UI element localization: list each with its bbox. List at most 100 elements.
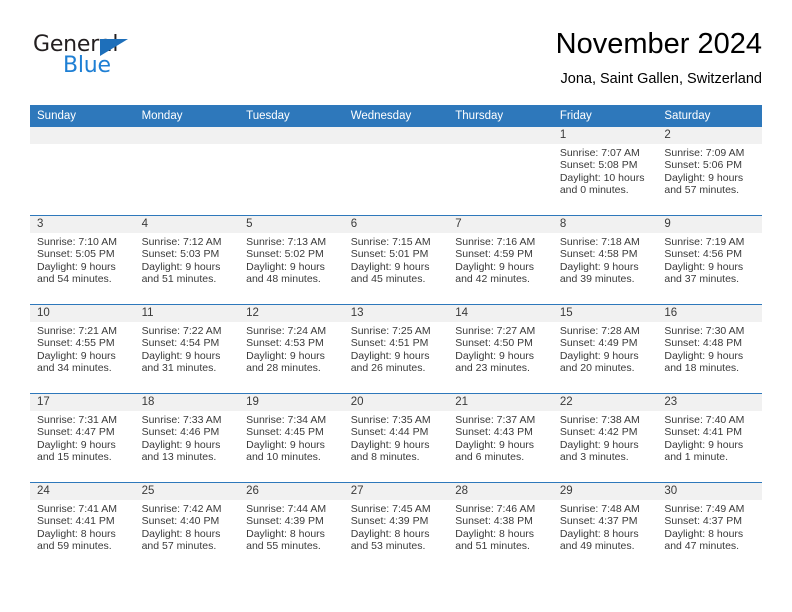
calendar-day-cell[interactable]: 9 Sunrise: 7:19 AM Sunset: 4:56 PM Daylight… [657,215,762,305]
calendar-day-cell[interactable]: 22 Sunrise: 7:38 AM Sunset: 4:42 PM Dayligh… [552,393,658,483]
calendar-day-cell[interactable]: 18 Sunrise: 7:33 AM Sunset: 4:46 PM Dayligh… [134,393,240,483]
day-details: Sunrise: 7:09 AM Sunset: 5:06 PM Daylight:… [657,144,762,197]
calendar-day-cell[interactable]: 29 Sunrise: 7:48 AM Sunset: 4:37 PM Dayligh… [552,482,658,571]
weekday-label: Sunday [37,110,77,122]
day-details [239,144,344,147]
day-number: 13 [343,305,449,322]
day-details: Sunrise: 7:35 AM Sunset: 4:44 PM Daylight:… [344,411,449,464]
day-detail-line: and 31 minutes. [141,362,217,375]
day-detail-line: Sunrise: 7:15 AM [350,236,431,248]
weekday-label: Tuesday [246,110,290,122]
day-details: Sunrise: 7:21 AM Sunset: 4:55 PM Daylight:… [30,322,135,375]
day-detail-line: and 13 minutes. [141,451,217,464]
day-detail-line: Sunrise: 7:09 AM [664,147,745,159]
calendar-day-cell[interactable]: 3 Sunrise: 7:10 AM Sunset: 5:05 PM Daylight… [30,215,135,305]
day-detail-line: Sunrise: 7:16 AM [455,236,536,248]
day-detail-line: Sunrise: 7:19 AM [664,236,745,248]
calendar-body: 1 Sunrise: 7:07 AM Sunset: 5:08 PM Daylight… [30,127,762,571]
day-number: 7 [448,216,553,233]
day-detail-line: Daylight: 9 hours [559,349,639,362]
day-details: Sunrise: 7:22 AM Sunset: 4:54 PM Daylight:… [135,322,240,375]
day-details: Sunrise: 7:13 AM Sunset: 5:02 PM Daylight:… [239,233,344,286]
weekday-header-thursday: Thursday [448,105,553,127]
calendar-day-cell[interactable]: 10 Sunrise: 7:21 AM Sunset: 4:55 PM Dayligh… [30,304,135,394]
calendar-day-cell[interactable]: 1 Sunrise: 7:07 AM Sunset: 5:08 PM Daylight… [552,127,658,216]
day-detail-line: Daylight: 10 hours [559,171,645,184]
calendar-day-cell[interactable]: 13 Sunrise: 7:25 AM Sunset: 4:51 PM Dayligh… [343,304,449,394]
day-number: 3 [30,216,135,233]
day-details: Sunrise: 7:27 AM Sunset: 4:50 PM Daylight:… [448,322,553,375]
day-number: 20 [343,394,449,411]
calendar-day-cell[interactable]: 21 Sunrise: 7:37 AM Sunset: 4:43 PM Dayligh… [448,393,553,483]
calendar-day-cell[interactable]: 14 Sunrise: 7:27 AM Sunset: 4:50 PM Dayligh… [448,304,553,394]
day-details: Sunrise: 7:34 AM Sunset: 4:45 PM Daylight:… [239,411,344,464]
calendar-day-cell-empty [239,127,344,216]
brand-logo[interactable]: General Blue [33,34,183,86]
day-number: 11 [134,305,240,322]
day-detail-line: and 18 minutes. [664,362,740,375]
day-detail-line: and 39 minutes. [559,273,635,286]
day-detail-line: Sunset: 4:53 PM [246,337,324,350]
day-detail-line: Sunset: 5:08 PM [559,159,638,172]
day-detail-line: Daylight: 9 hours [664,438,744,451]
calendar-day-cell[interactable]: 17 Sunrise: 7:31 AM Sunset: 4:47 PM Dayligh… [30,393,135,483]
day-details: Sunrise: 7:30 AM Sunset: 4:48 PM Daylight:… [657,322,762,375]
calendar-day-cell[interactable]: 28 Sunrise: 7:46 AM Sunset: 4:38 PM Dayligh… [448,482,553,571]
calendar-day-cell[interactable]: 12 Sunrise: 7:24 AM Sunset: 4:53 PM Dayligh… [239,304,344,394]
day-number: 6 [343,216,449,233]
day-detail-line: and 0 minutes. [559,184,629,197]
day-detail-line: Sunrise: 7:38 AM [559,414,640,426]
calendar-table: Sunday Monday Tuesday Wednesday Thursday Frid… [30,105,762,571]
calendar-day-cell[interactable]: 19 Sunrise: 7:34 AM Sunset: 4:45 PM Dayligh… [239,393,344,483]
day-detail-line: Sunset: 4:44 PM [350,426,429,439]
day-detail-line: Daylight: 8 hours [350,527,430,540]
day-number [448,127,553,144]
calendar-day-cell[interactable]: 27 Sunrise: 7:45 AM Sunset: 4:39 PM Dayligh… [343,482,449,571]
day-number: 16 [657,305,762,322]
day-details [448,144,553,147]
calendar-day-cell[interactable]: 23 Sunrise: 7:40 AM Sunset: 4:41 PM Dayligh… [657,393,762,483]
day-number: 4 [134,216,240,233]
day-details: Sunrise: 7:38 AM Sunset: 4:42 PM Daylight:… [553,411,658,464]
calendar-day-cell[interactable]: 16 Sunrise: 7:30 AM Sunset: 4:48 PM Dayligh… [657,304,762,394]
calendar-day-cell[interactable]: 11 Sunrise: 7:22 AM Sunset: 4:54 PM Dayligh… [134,304,240,394]
day-detail-line: Sunrise: 7:10 AM [37,236,117,248]
calendar-day-cell[interactable]: 5 Sunrise: 7:13 AM Sunset: 5:02 PM Daylight… [239,215,344,305]
day-detail-line: Sunset: 4:47 PM [37,426,115,439]
day-number: 27 [343,483,449,500]
weekday-header-monday: Monday [134,105,240,127]
day-details: Sunrise: 7:45 AM Sunset: 4:39 PM Daylight:… [344,500,449,553]
calendar-day-cell[interactable]: 2 Sunrise: 7:09 AM Sunset: 5:06 PM Daylight… [657,127,762,216]
calendar-day-cell[interactable]: 20 Sunrise: 7:35 AM Sunset: 4:44 PM Dayligh… [343,393,449,483]
day-number: 21 [448,394,553,411]
calendar-day-cell[interactable]: 25 Sunrise: 7:42 AM Sunset: 4:40 PM Dayligh… [134,482,240,571]
day-number [343,127,449,144]
weekday-header-tuesday: Tuesday [239,105,344,127]
calendar-day-cell[interactable]: 26 Sunrise: 7:44 AM Sunset: 4:39 PM Dayligh… [239,482,344,571]
day-details: Sunrise: 7:37 AM Sunset: 4:43 PM Daylight:… [448,411,553,464]
day-detail-line: Sunset: 4:43 PM [455,426,533,439]
calendar-day-cell[interactable]: 8 Sunrise: 7:18 AM Sunset: 4:58 PM Daylight… [552,215,658,305]
day-detail-line: and 47 minutes. [664,540,740,553]
day-detail-line: and 51 minutes. [455,540,530,553]
day-details: Sunrise: 7:41 AM Sunset: 4:41 PM Daylight:… [30,500,135,553]
calendar-day-cell[interactable]: 6 Sunrise: 7:15 AM Sunset: 5:01 PM Daylight… [343,215,449,305]
calendar-day-cell[interactable]: 24 Sunrise: 7:41 AM Sunset: 4:41 PM Dayligh… [30,482,135,571]
calendar-header-row: Sunday Monday Tuesday Wednesday Thursday Frid… [30,105,762,127]
day-detail-line: Daylight: 9 hours [246,438,325,451]
day-details: Sunrise: 7:42 AM Sunset: 4:40 PM Daylight:… [135,500,240,553]
day-details: Sunrise: 7:49 AM Sunset: 4:37 PM Daylight:… [657,500,762,553]
title-block: November 2024 Jona, Saint Gallen, Switze… [556,26,762,90]
day-detail-line: Sunset: 4:56 PM [664,248,743,261]
day-detail-line: Sunset: 5:06 PM [664,159,743,172]
day-detail-line: Daylight: 8 hours [664,527,744,540]
day-detail-line: and 51 minutes. [141,273,217,286]
day-detail-line: Sunset: 4:41 PM [664,426,743,439]
calendar-day-cell[interactable]: 15 Sunrise: 7:28 AM Sunset: 4:49 PM Dayligh… [552,304,658,394]
day-number: 24 [30,483,135,500]
calendar-day-cell[interactable]: 30 Sunrise: 7:49 AM Sunset: 4:37 PM Dayligh… [657,482,762,571]
calendar-day-cell[interactable]: 4 Sunrise: 7:12 AM Sunset: 5:03 PM Daylight… [134,215,240,305]
calendar-day-cell[interactable]: 7 Sunrise: 7:16 AM Sunset: 4:59 PM Daylight… [448,215,553,305]
day-details: Sunrise: 7:12 AM Sunset: 5:03 PM Daylight:… [135,233,240,286]
weekday-header-sunday: Sunday [30,105,135,127]
